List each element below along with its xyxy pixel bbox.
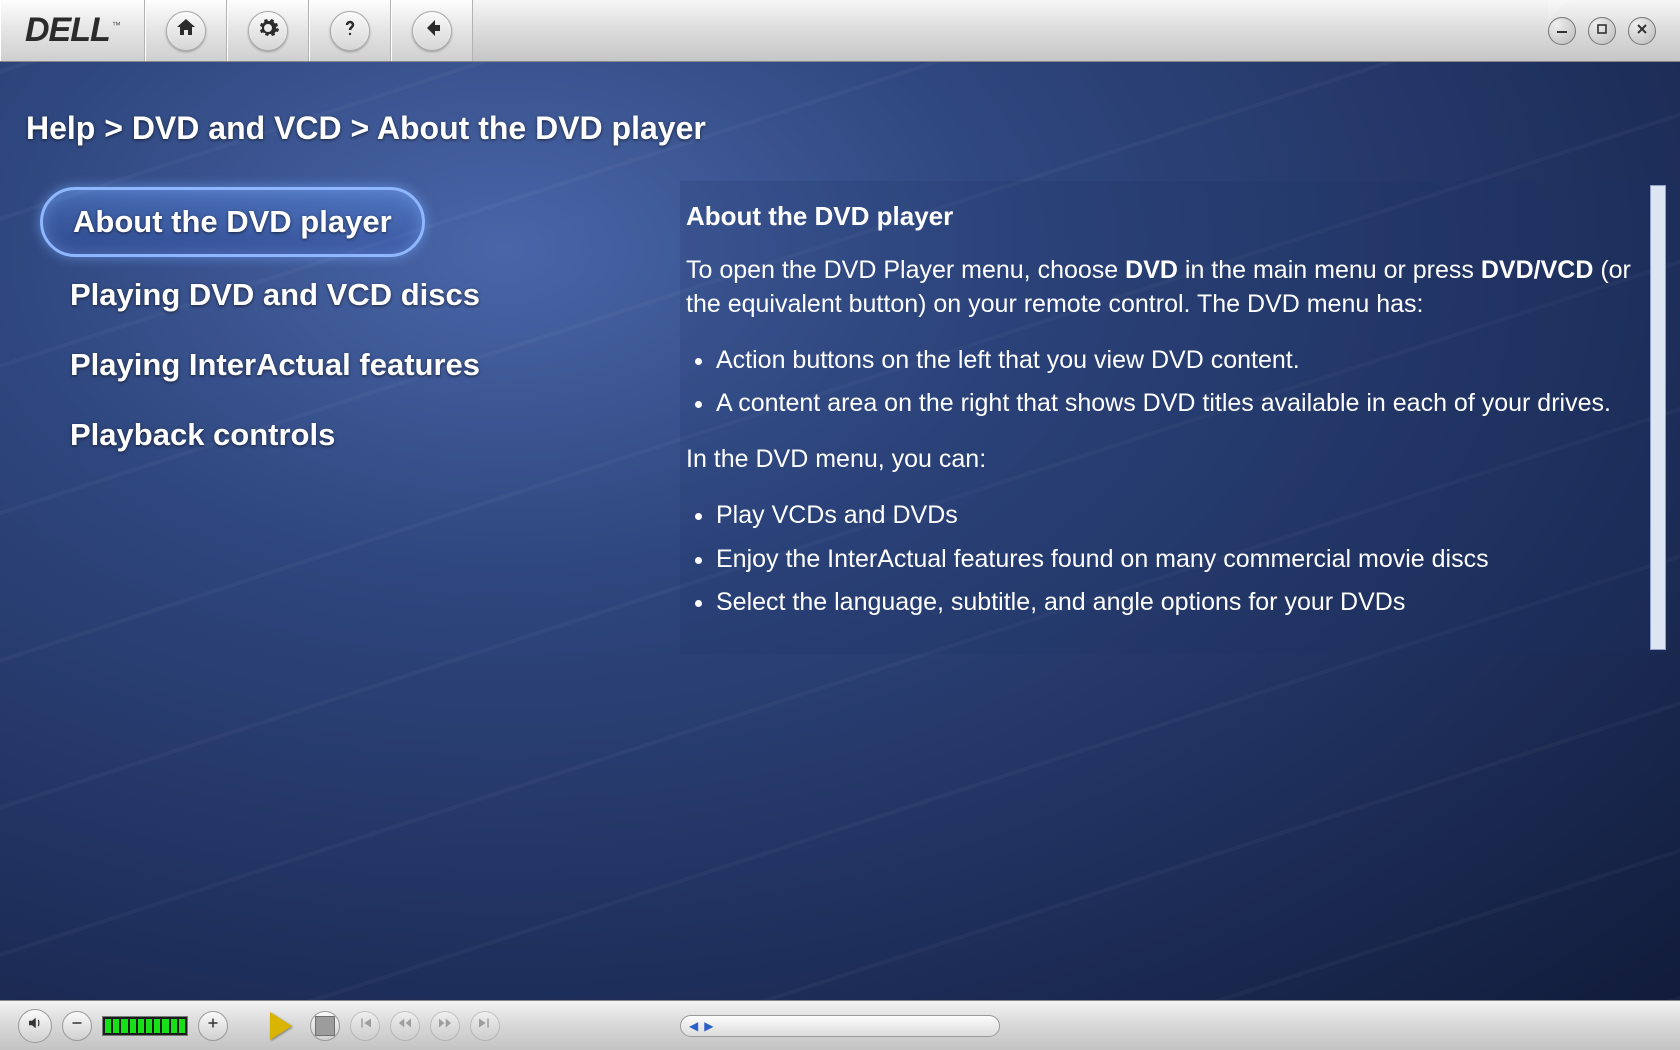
volume-down-button[interactable]	[62, 1011, 92, 1041]
settings-button[interactable]	[248, 11, 288, 51]
back-cell	[391, 0, 473, 61]
toolbar-left-group: DELL ™	[0, 0, 473, 61]
nav-item-label: Playing InterActual features	[70, 347, 480, 382]
list-item: Select the language, subtitle, and angle…	[716, 586, 1640, 620]
list-item: Enjoy the InterActual features found on …	[716, 543, 1640, 577]
nav-item-label: Playback controls	[70, 417, 335, 452]
mute-button[interactable]	[18, 1009, 52, 1043]
nav-item-about-dvd-player[interactable]: About the DVD player	[40, 187, 425, 257]
rewind-button[interactable]	[390, 1011, 420, 1041]
home-cell	[145, 0, 227, 61]
breadcrumb-seg-0[interactable]: Help	[26, 110, 95, 146]
brand-cell: DELL ™	[0, 0, 145, 61]
toolbar-spacer	[473, 0, 1548, 61]
volume-up-button[interactable]	[198, 1011, 228, 1041]
plus-icon	[204, 1014, 222, 1037]
nav-item-interactual[interactable]: Playing InterActual features	[40, 333, 510, 397]
nav-column: About the DVD player Playing DVD and VCD…	[40, 181, 680, 654]
nav-item-label: Playing DVD and VCD discs	[70, 277, 480, 312]
window-controls	[1548, 0, 1680, 61]
stop-button[interactable]	[310, 1011, 340, 1041]
question-icon	[338, 16, 362, 45]
restore-button[interactable]	[1588, 17, 1616, 45]
stop-icon	[315, 1016, 335, 1036]
gear-icon	[256, 16, 280, 45]
prev-track-button[interactable]	[350, 1011, 380, 1041]
speaker-icon	[26, 1014, 44, 1037]
article-list-2: Play VCDs and DVDs Enjoy the InterActual…	[716, 499, 1640, 620]
dell-logo: DELL ™	[25, 11, 120, 50]
player-bar: ◀ ▶	[0, 1000, 1680, 1050]
breadcrumb-seg-1[interactable]: DVD and VCD	[132, 110, 342, 146]
article-text: in the main menu or press	[1178, 256, 1481, 284]
article-bold: DVD	[1125, 256, 1178, 284]
help-button[interactable]	[330, 11, 370, 51]
rewind-icon	[396, 1014, 414, 1037]
article-para-2: In the DVD menu, you can:	[686, 443, 1640, 477]
breadcrumb: Help > DVD and VCD > About the DVD playe…	[0, 62, 1680, 181]
fast-forward-button[interactable]	[430, 1011, 460, 1041]
nav-item-label: About the DVD player	[73, 204, 392, 239]
back-arrow-icon	[420, 16, 444, 45]
forward-icon	[436, 1014, 454, 1037]
next-track-button[interactable]	[470, 1011, 500, 1041]
article-intro: To open the DVD Player menu, choose DVD …	[686, 254, 1640, 322]
scrubber[interactable]: ◀ ▶	[680, 1015, 1000, 1037]
top-toolbar: DELL ™	[0, 0, 1680, 62]
help-cell	[309, 0, 391, 61]
main-content: Help > DVD and VCD > About the DVD playe…	[0, 62, 1680, 1000]
article-pane: About the DVD player To open the DVD Pla…	[680, 181, 1668, 654]
scrollbar[interactable]	[1650, 185, 1666, 650]
skip-back-icon	[356, 1014, 374, 1037]
list-item: Play VCDs and DVDs	[716, 499, 1640, 533]
home-button[interactable]	[166, 11, 206, 51]
scrub-right-icon: ▶	[704, 1019, 713, 1033]
back-button[interactable]	[412, 11, 452, 51]
close-icon	[1635, 22, 1649, 39]
nav-item-playback-controls[interactable]: Playback controls	[40, 403, 365, 467]
brand-name: DELL	[25, 11, 110, 50]
home-icon	[174, 16, 198, 45]
article-list-1: Action buttons on the left that you view…	[716, 344, 1640, 422]
scrub-left-icon: ◀	[689, 1019, 698, 1033]
list-item: A content area on the right that shows D…	[716, 387, 1640, 421]
nav-item-playing-dvd-vcd[interactable]: Playing DVD and VCD discs	[40, 263, 510, 327]
content-row: About the DVD player Playing DVD and VCD…	[0, 181, 1680, 654]
list-item: Action buttons on the left that you view…	[716, 344, 1640, 378]
play-icon	[270, 1012, 292, 1040]
minimize-icon	[1555, 22, 1569, 39]
article-title: About the DVD player	[686, 199, 1640, 234]
brand-trademark: ™	[112, 20, 120, 30]
minimize-button[interactable]	[1548, 17, 1576, 45]
article-bold: DVD/VCD	[1481, 256, 1594, 284]
article-text: To open the DVD Player menu, choose	[686, 256, 1125, 284]
close-button[interactable]	[1628, 17, 1656, 45]
breadcrumb-seg-2: About the DVD player	[377, 110, 706, 146]
skip-forward-icon	[476, 1014, 494, 1037]
breadcrumb-sep: >	[351, 110, 377, 146]
breadcrumb-sep: >	[104, 110, 132, 146]
restore-icon	[1595, 22, 1609, 39]
volume-meter[interactable]	[102, 1016, 188, 1036]
minus-icon	[68, 1014, 86, 1037]
settings-cell	[227, 0, 309, 61]
play-button[interactable]	[262, 1007, 300, 1045]
